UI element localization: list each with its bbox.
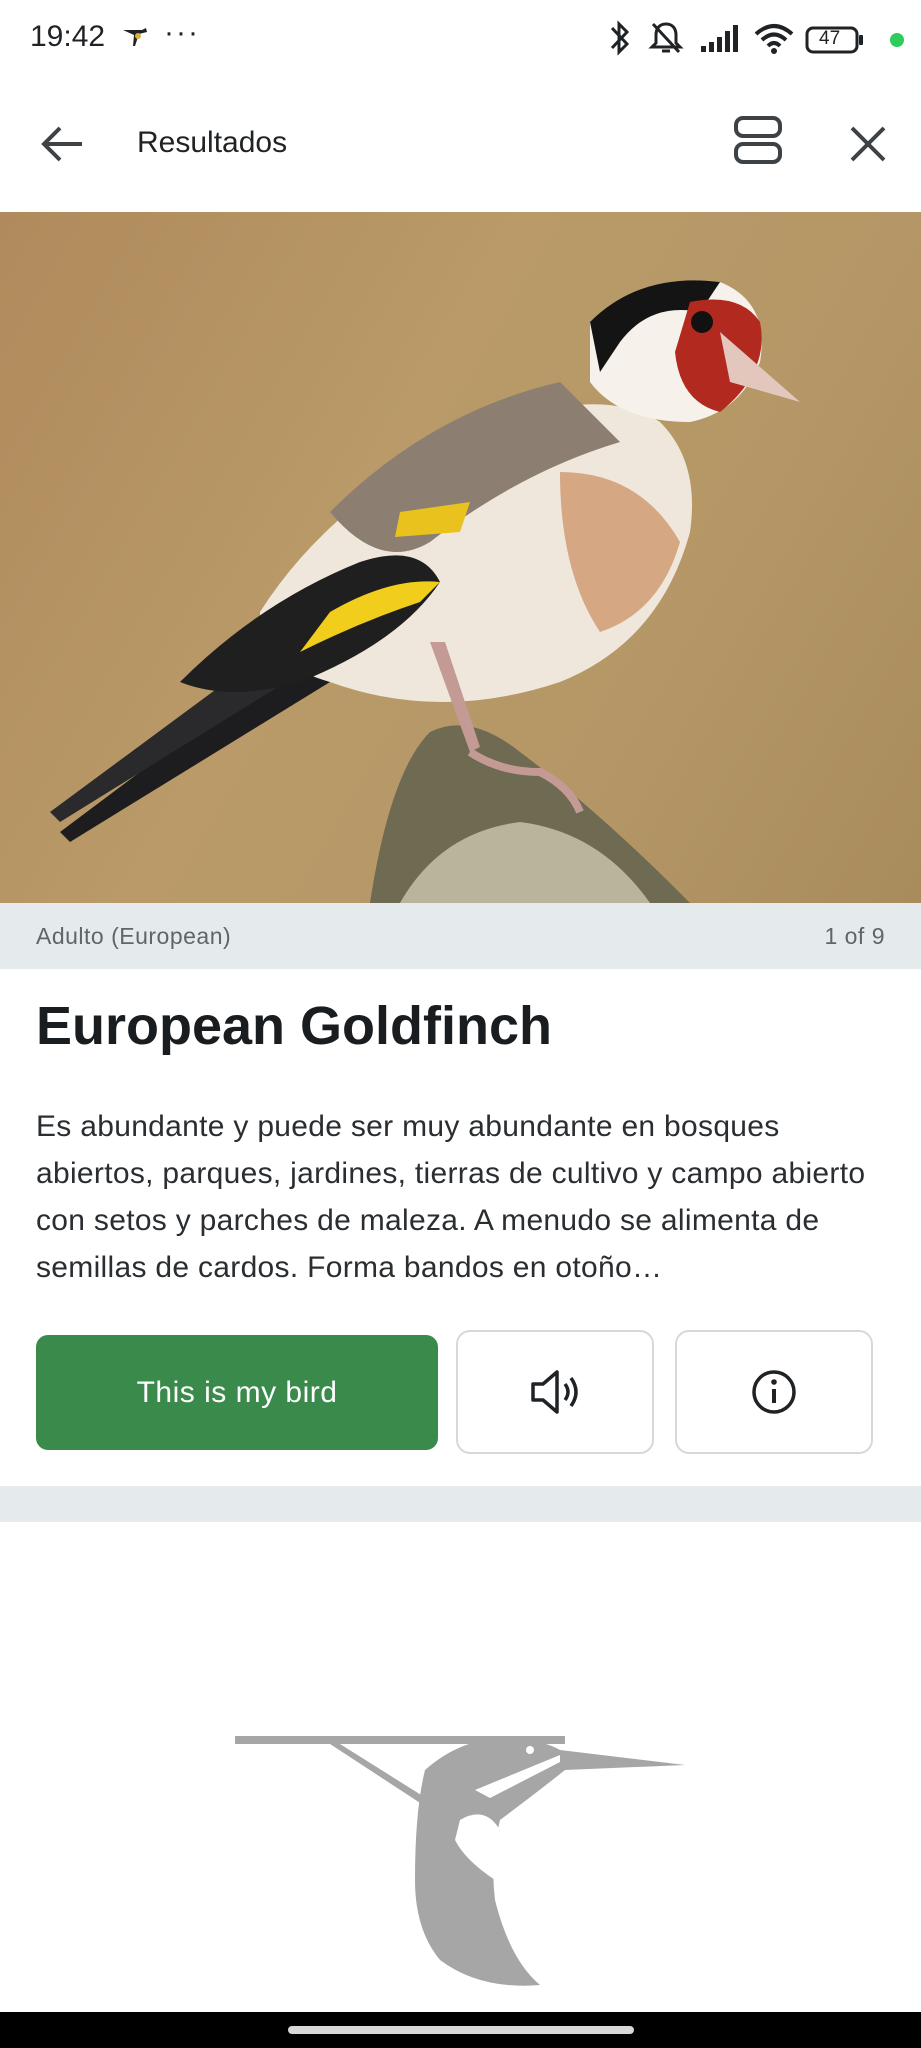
- layout-toggle-button[interactable]: [730, 112, 786, 168]
- info-button[interactable]: [675, 1330, 873, 1454]
- system-nav-bar: [0, 2012, 921, 2048]
- dot-indicator: [889, 32, 905, 53]
- this-is-my-bird-button[interactable]: This is my bird: [36, 1335, 438, 1450]
- close-button[interactable]: [840, 116, 896, 172]
- status-time: 19:42: [30, 20, 106, 53]
- home-indicator[interactable]: [288, 2026, 634, 2034]
- photo-caption-bar: Adulto (European) 1 of 9: [0, 903, 921, 969]
- photo-caption: Adulto (European): [36, 923, 232, 949]
- bird-photo[interactable]: [0, 212, 921, 903]
- battery-icon: 47: [805, 26, 865, 59]
- close-icon: [850, 126, 886, 162]
- signal-icon: [699, 18, 743, 63]
- app-bar: Resultados: [0, 80, 921, 212]
- battery-level: 47: [819, 28, 841, 49]
- info-icon: [752, 1370, 796, 1414]
- species-name: European Goldfinch: [36, 996, 553, 1056]
- back-button[interactable]: [36, 116, 92, 172]
- layout-toggle-icon: [734, 116, 782, 164]
- notification-more: ···: [164, 16, 200, 49]
- photo-counter: 1 of 9: [824, 923, 885, 949]
- status-bar: 19:42 ··· 47: [0, 0, 921, 80]
- sound-button[interactable]: [456, 1330, 654, 1454]
- page-title: Resultados: [137, 126, 288, 159]
- bird-app-icon: [122, 26, 148, 53]
- merlin-logo: [230, 1730, 690, 1995]
- mute-icon: [647, 18, 685, 63]
- status-icons: 47: [607, 18, 907, 62]
- species-description: Es abundante y puede ser muy abundante e…: [36, 1110, 866, 1284]
- bluetooth-icon: [607, 18, 633, 63]
- goldfinch-illustration: [50, 280, 800, 903]
- back-arrow-icon: [41, 126, 82, 162]
- wifi-icon: [753, 18, 795, 63]
- section-divider: [0, 1486, 921, 1522]
- sound-icon: [531, 1370, 578, 1414]
